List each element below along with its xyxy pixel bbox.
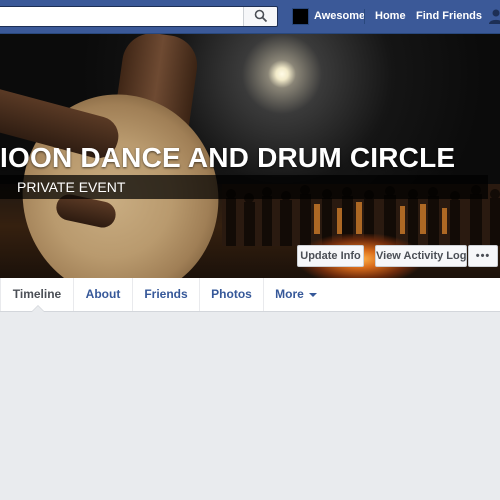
profile-avatar[interactable] [292, 8, 309, 25]
tab-about[interactable]: About [74, 278, 133, 311]
chevron-down-icon [308, 292, 317, 297]
search-box[interactable] [0, 6, 278, 27]
friend-requests-icon[interactable] [488, 8, 500, 24]
event-title: IOON DANCE AND DRUM CIRCLE [0, 142, 456, 173]
tab-more-label: More [275, 287, 304, 301]
profile-tabs: Timeline About Friends Photos More [0, 278, 500, 312]
nav-divider [364, 9, 365, 24]
tab-more[interactable]: More [264, 278, 328, 311]
find-friends-link[interactable]: Find Friends [416, 10, 482, 22]
search-icon [254, 9, 268, 23]
search-button[interactable] [243, 7, 277, 26]
view-activity-log-button[interactable]: View Activity Log [375, 245, 467, 267]
active-tab-indicator-inner [32, 306, 44, 312]
event-type-band: PRIVATE EVENT [0, 175, 488, 199]
more-dots-icon: ••• [475, 250, 491, 262]
profile-name-link[interactable]: Awesome [314, 10, 365, 22]
home-link[interactable]: Home [375, 10, 406, 22]
event-type-label: PRIVATE EVENT [17, 179, 126, 195]
update-info-button[interactable]: Update Info [297, 245, 364, 267]
cover-photo: IOON DANCE AND DRUM CIRCLE PRIVATE EVENT… [0, 34, 500, 278]
tab-photos[interactable]: Photos [200, 278, 264, 311]
top-navigation-bar: Awesome Home Find Friends [0, 0, 500, 34]
more-options-button[interactable]: ••• [468, 245, 498, 267]
search-input[interactable] [1, 9, 241, 24]
tab-friends[interactable]: Friends [133, 278, 200, 311]
